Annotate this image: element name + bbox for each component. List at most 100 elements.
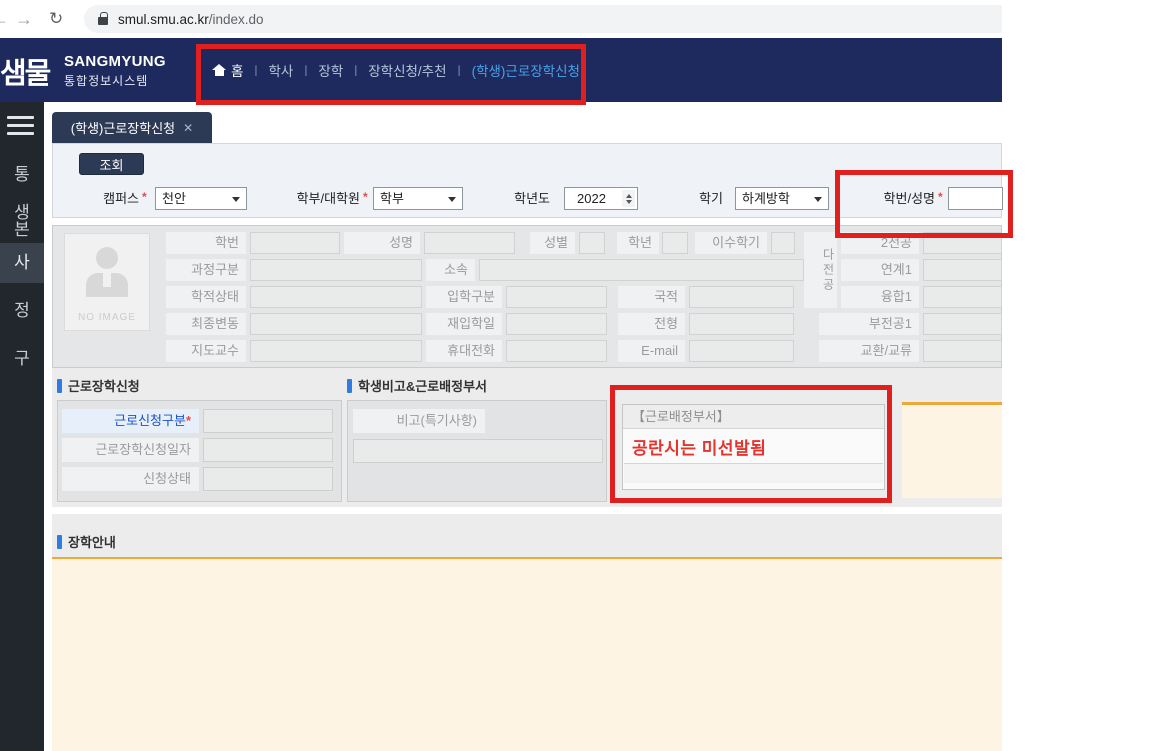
section-guide-title: 장학안내 [57,532,116,551]
required-marker: * [363,190,368,204]
label-apply-type: 근로신청구분* [62,409,199,433]
input-grade [662,232,688,254]
section-remark-title: 학생비고&근로배정부서 [347,376,487,395]
sidebar: 통 생본 사 정 구 [0,102,44,751]
campus-select[interactable]: 천안 [155,187,247,210]
label-apply-date: 근로장학신청일자 [62,438,199,462]
label-linked1: 연계1 [841,259,919,281]
screenshot-root: ← → ↻ smul.smu.ac.kr/index.do 샘물 SANGMYU… [0,0,1152,751]
spinner-down-icon [626,200,632,204]
back-icon[interactable]: ← [0,8,9,30]
section-title-text: 학생비고&근로배정부서 [358,376,487,395]
url-host: smul.smu.ac.kr [118,12,209,27]
annotation-box-breadcrumb [196,44,586,105]
label-course: 과정구분 [166,259,246,281]
label-status: 학적상태 [166,286,246,308]
input-exchange [923,340,1002,362]
input-readmission-date [506,313,607,335]
work-apply-panel: 근로신청구분* 근로장학신청일자 신청상태 [57,400,342,502]
sidebar-item[interactable]: 통 [0,166,44,183]
label-minor1: 부전공1 [819,313,919,335]
sidebar-item[interactable]: 생본 [0,204,44,238]
sidebar-item[interactable]: 정 [0,302,44,319]
section-bar-icon [57,535,62,549]
label-student-id: 학번 [166,232,246,254]
browser-chrome: ← → ↻ smul.smu.ac.kr/index.do [0,0,1152,38]
division-value: 학부 [380,191,404,206]
input-apply-date [203,438,333,462]
label-gender: 성별 [530,232,575,254]
forward-icon[interactable]: → [15,8,33,30]
input-mobile [506,340,607,362]
dropdown-arrow-icon [814,197,822,202]
app-logo-name: SANGMYUNG [64,53,166,70]
label-multi-major: 다전공 [804,232,837,308]
input-affiliation [479,259,804,281]
label-exchange: 교환/교류 [819,340,919,362]
division-label: 학부/대학원 [251,188,360,210]
address-bar[interactable]: smul.smu.ac.kr/index.do [84,5,1002,33]
person-icon [96,247,118,269]
query-button[interactable]: 조회 [79,153,144,175]
term-select[interactable]: 하계방학 [735,187,829,210]
lock-icon [98,17,108,25]
dropdown-arrow-icon [448,197,456,202]
year-spinner[interactable]: 2022 [564,187,638,210]
input-minor1 [923,313,1002,335]
label-grade: 학년 [617,232,659,254]
label-completed-terms: 이수학기 [695,232,767,254]
sidebar-item-active[interactable]: 사 [0,254,44,271]
sidebar-item[interactable]: 구 [0,350,44,367]
apply-type-text: 근로신청구분 [114,413,186,428]
campus-value: 천안 [162,191,186,206]
input-note[interactable] [353,439,603,463]
year-value: 2022 [577,191,606,206]
dropdown-arrow-icon [232,197,240,202]
input-email [689,340,794,362]
input-apply-status [203,467,333,491]
student-photo-placeholder: NO IMAGE [64,233,150,331]
sidebar-item-label: 생 [0,204,44,221]
label-note: 비고(특기사항) [353,409,485,433]
sidebar-item-label: 구 [14,349,30,368]
app-logo: 샘물 [0,50,49,92]
required-marker: * [186,413,191,428]
spinner-icons[interactable] [622,190,635,207]
label-nationality: 국적 [618,286,685,308]
label-name: 성명 [344,232,420,254]
refresh-icon[interactable]: ↻ [49,8,63,30]
input-convergence1 [923,286,1002,308]
tab-close-icon[interactable]: ✕ [183,121,193,135]
annotation-box-assign-department [610,385,892,503]
no-image-label: NO IMAGE [65,312,149,323]
section-bar-icon [57,379,62,393]
cream-side-panel [902,402,1002,498]
term-value: 하계방학 [742,191,790,206]
section-title-text: 장학안내 [68,532,116,551]
section-bar-icon [347,379,352,393]
input-course [250,259,422,281]
input-name [424,232,515,254]
input-status [250,286,422,308]
label-email: E-mail [618,340,685,362]
student-info-panel: NO IMAGE 학번 성명 성별 학년 이수학기 2전공 과정구분 소속 연계… [52,225,1002,368]
label-affiliation: 소속 [426,259,475,281]
input-linked1 [923,259,1002,281]
menu-hamburger-icon[interactable] [7,116,34,140]
division-select[interactable]: 학부 [373,187,463,210]
guide-content-area [52,559,1002,751]
sidebar-item-label: 사 [14,253,30,272]
section-title-text: 근로장학신청 [68,376,140,395]
label-admission: 입학구분 [426,286,502,308]
input-gender [579,232,605,254]
guide-band: 장학안내 [52,514,1002,557]
remark-panel: 비고(특기사항) [347,400,607,502]
year-label: 학년도 [490,188,550,210]
tab-work-scholarship[interactable]: (학생)근로장학신청 ✕ [52,112,212,143]
label-readmission-date: 재입학일 [426,313,502,335]
tab-title: (학생)근로장학신청 [71,118,175,137]
input-nationality [689,286,794,308]
label-convergence1: 융합1 [841,286,919,308]
input-apply-type[interactable] [203,409,333,433]
sidebar-item-label: 정 [14,301,30,320]
